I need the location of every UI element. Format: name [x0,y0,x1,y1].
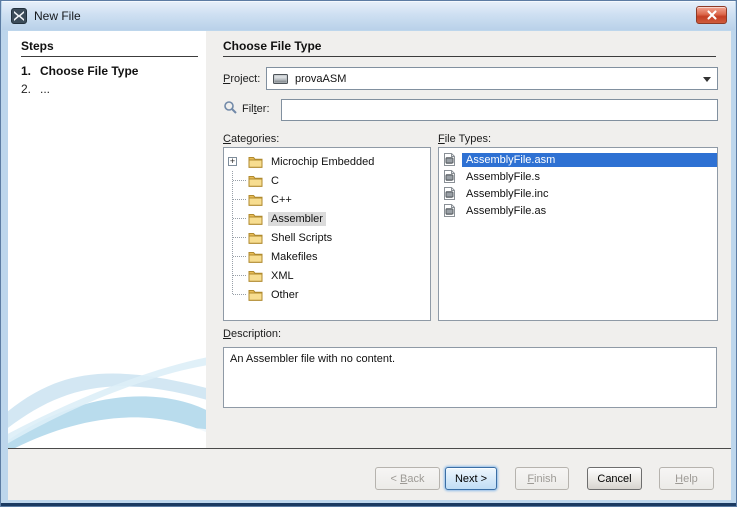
assembly-file-icon [443,169,456,184]
assembly-file-icon [443,186,456,201]
tree-item-label: Other [268,288,302,302]
close-button[interactable] [696,6,727,24]
folder-icon [248,288,263,301]
new-file-dialog: New File Steps 1. Choose File Type 2. ..… [0,0,737,507]
tree-item-assembler[interactable]: Assembler [224,209,430,228]
tree-item-microchip-embedded[interactable]: + Microchip Embedded [224,152,430,171]
steps-panel: Steps 1. Choose File Type 2. ... [8,31,206,448]
step-item-2: 2. ... [21,82,50,96]
finish-button[interactable]: Finish [515,467,569,490]
tree-item-label: C [268,174,282,188]
expand-icon[interactable]: + [228,157,237,166]
tree-item-label: C++ [268,193,295,207]
categories-label: Categories: [223,133,279,145]
assembly-file-icon [443,152,456,167]
step-number: 1. [21,64,40,78]
file-type-item-s[interactable]: AssemblyFile.s [439,168,717,185]
description-label: Description: [223,328,281,340]
file-type-item-as[interactable]: AssemblyFile.as [439,202,717,219]
filter-label: Filter: [242,103,270,115]
cancel-button[interactable]: Cancel [587,467,642,490]
footer-divider [8,448,731,449]
tree-item-shell-scripts[interactable]: Shell Scripts [224,228,430,247]
help-button[interactable]: Help [659,467,714,490]
description-text: An Assembler file with no content. [230,353,395,365]
tree-item-label: XML [268,269,297,283]
file-type-label: AssemblyFile.inc [462,187,717,201]
file-types-label: File Types: [438,133,491,145]
folder-icon [248,212,263,225]
folder-icon [248,155,263,168]
tree-item-label: Assembler [268,212,326,226]
close-icon [707,10,717,20]
search-icon [223,100,238,115]
header-divider [223,56,716,57]
step-item-1: 1. Choose File Type [21,64,138,78]
file-type-label: AssemblyFile.as [462,204,717,218]
next-button[interactable]: Next > [445,467,497,490]
tree-item-cpp[interactable]: C++ [224,190,430,209]
step-label: ... [40,82,50,96]
file-type-item-inc[interactable]: AssemblyFile.inc [439,185,717,202]
window-frame-edge [1,503,736,506]
steps-divider [21,56,198,57]
page-title: Choose File Type [223,39,321,53]
tree-item-other[interactable]: Other [224,285,430,304]
file-types-list[interactable]: AssemblyFile.asm AssemblyFile.s Assembly… [438,147,718,321]
folder-icon [248,174,263,187]
chip-icon [272,72,289,86]
window-title: New File [34,9,81,23]
folder-icon [248,250,263,263]
folder-icon [248,193,263,206]
decorative-swoosh [8,346,206,448]
project-value: provaASM [295,73,346,85]
filter-input[interactable] [281,99,718,121]
folder-icon [248,231,263,244]
file-type-label: AssemblyFile.s [462,170,717,184]
dialog-body: Steps 1. Choose File Type 2. ... Choose … [8,31,731,500]
file-type-label: AssemblyFile.asm [462,153,717,167]
project-dropdown[interactable]: provaASM [266,67,718,90]
tree-item-xml[interactable]: XML [224,266,430,285]
tree-item-label: Shell Scripts [268,231,335,245]
folder-icon [248,269,263,282]
tree-item-c[interactable]: C [224,171,430,190]
file-type-item-asm[interactable]: AssemblyFile.asm [439,151,717,168]
steps-title: Steps [21,39,54,53]
description-box[interactable]: An Assembler file with no content. [223,347,717,408]
project-label: Project: [223,73,260,85]
mplab-x-icon [11,8,27,24]
tree-item-label: Makefiles [268,250,320,264]
categories-tree[interactable]: + Microchip Embedded C C++ Assembler [223,147,431,321]
step-number: 2. [21,82,40,96]
tree-item-label: Microchip Embedded [268,155,377,169]
back-button[interactable]: < Back [375,467,440,490]
title-bar[interactable]: New File [2,1,735,30]
assembly-file-icon [443,203,456,218]
tree-item-makefiles[interactable]: Makefiles [224,247,430,266]
step-label: Choose File Type [40,64,138,78]
chevron-down-icon[interactable] [703,77,711,82]
